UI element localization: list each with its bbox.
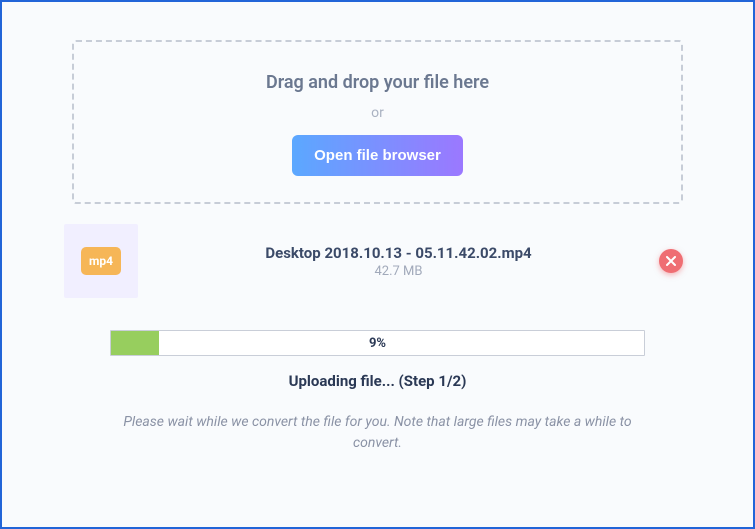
drop-zone[interactable]: Drag and drop your file here or Open fil… [72,40,683,204]
progress-section: 9% Uploading file... (Step 1/2) Please w… [72,330,683,454]
progress-bar: 9% [110,330,645,356]
drop-zone-or: or [94,105,661,121]
upload-panel: Drag and drop your file here or Open fil… [0,0,755,529]
file-icon-wrap: mp4 [64,224,138,298]
file-name: Desktop 2018.10.13 - 05.11.42.02.mp4 [138,244,659,262]
upload-status: Uploading file... (Step 1/2) [110,372,645,390]
drop-zone-title: Drag and drop your file here [94,72,661,93]
file-info: Desktop 2018.10.13 - 05.11.42.02.mp4 42.… [138,244,659,279]
file-entry: mp4 Desktop 2018.10.13 - 05.11.42.02.mp4… [72,224,683,298]
file-type-badge: mp4 [81,247,121,275]
file-size: 42.7 MB [138,264,659,279]
remove-file-button[interactable] [659,249,683,273]
upload-note: Please wait while we convert the file fo… [110,412,645,454]
close-icon [666,256,676,266]
progress-percent-label: 9% [111,331,644,355]
open-file-browser-button[interactable]: Open file browser [292,135,463,176]
